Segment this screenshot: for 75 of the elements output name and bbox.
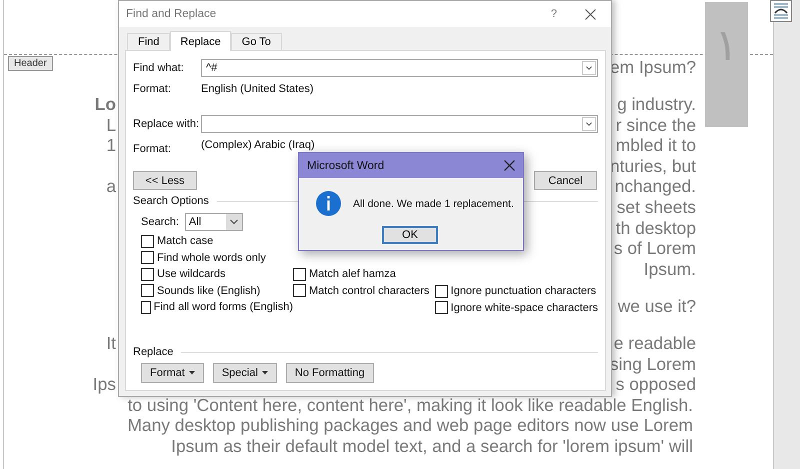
document-text: Many desktop publishing packages and web page editors now use Lorem: [127, 415, 693, 436]
chevron-down-icon[interactable]: [582, 117, 596, 131]
checkbox-label: Find whole words only: [157, 252, 266, 264]
document-text: Ips: [92, 374, 116, 394]
document-text: Ipsum.: [644, 258, 696, 279]
checkbox-label: Match case: [157, 235, 214, 248]
info-icon: [316, 191, 341, 216]
document-text: nturies, but: [610, 156, 696, 176]
message-box-title: Microsoft Word: [307, 160, 384, 172]
format-value: (Complex) Arabic (Iraq): [201, 139, 315, 151]
section-title: Replace: [133, 346, 174, 358]
document-text: s opposed: [616, 374, 696, 394]
checkbox-label: Match alef hamza: [309, 268, 396, 280]
tab[interactable]: Find: [127, 33, 170, 50]
document-text: sing Lorem: [610, 354, 696, 374]
document-text: r since the: [616, 114, 696, 135]
section-title: Search Options: [133, 195, 209, 207]
checkbox-label: Use wildcards: [157, 268, 226, 280]
replace-with-field[interactable]: [201, 115, 598, 133]
message-text: All done. We made 1 replacement.: [353, 198, 514, 210]
checkbox[interactable]: [293, 284, 306, 298]
format-label: Format:: [133, 83, 172, 95]
help-button[interactable]: ?: [546, 8, 561, 20]
cancel-button[interactable]: Cancel: [534, 171, 597, 190]
checkbox[interactable]: [141, 300, 151, 314]
search-dropdown[interactable]: All: [184, 213, 243, 231]
format-label: Format:: [133, 143, 172, 155]
document-text: nchanged.: [614, 176, 696, 196]
document-text: Ipsum as their default model text, and a search for 'lorem ipsum' will: [171, 436, 693, 457]
checkbox[interactable]: [141, 268, 154, 281]
checkbox-label: Sounds like (English): [157, 284, 260, 297]
checkbox[interactable]: [141, 251, 154, 264]
checkbox-label: Match control characters: [309, 284, 430, 297]
document-text: L: [106, 114, 116, 135]
layout-options-icon[interactable]: [770, 0, 792, 22]
document-text: we use it?: [618, 296, 696, 316]
document-text: It: [106, 333, 116, 354]
format-value: English (United States): [201, 83, 314, 95]
close-icon[interactable]: [585, 8, 596, 20]
tab[interactable]: Go To: [230, 33, 282, 50]
caret-icon: [188, 371, 195, 375]
document-text: to using 'Content here, content here', making it look like readable English.: [128, 394, 693, 416]
document-text: a: [106, 176, 116, 196]
checkbox[interactable]: [293, 268, 306, 281]
checkbox-label: Ignore white-space characters: [450, 302, 598, 314]
document-text: 1: [106, 135, 116, 156]
less-button[interactable]: << Less: [133, 171, 197, 190]
checkbox[interactable]: [434, 301, 448, 314]
document-text: set sheets: [616, 197, 696, 218]
document-text: mbled it to: [616, 135, 696, 156]
checkbox-label: Ignore punctuation characters: [450, 285, 596, 298]
caret-icon: [262, 371, 268, 375]
dialog-title: Find and Replace: [126, 8, 216, 20]
chevron-down-icon[interactable]: [582, 61, 596, 75]
close-icon[interactable]: [504, 160, 515, 171]
dropdown-button[interactable]: Special: [212, 363, 277, 383]
checkbox[interactable]: [141, 234, 154, 248]
no-formatting-button[interactable]: No Formatting: [286, 363, 374, 383]
find-what-field[interactable]: ^#: [201, 59, 598, 77]
search-label: Search:: [141, 216, 179, 228]
document-text: s of Lorem: [614, 238, 696, 258]
replace-with-label: Replace with:: [133, 118, 200, 130]
checkbox[interactable]: [434, 284, 448, 298]
document-text: e readable: [614, 333, 696, 354]
document-text: th desktop: [616, 218, 696, 238]
document-text: Lo: [94, 94, 116, 114]
checkbox-label: Find all word forms (English): [154, 301, 293, 314]
find-what-label: Find what:: [133, 62, 185, 74]
checkbox[interactable]: [141, 284, 154, 298]
dropdown-button[interactable]: Format: [141, 363, 204, 383]
header-tag: Header: [8, 56, 53, 71]
document-text: g industry.: [617, 94, 696, 114]
tab[interactable]: Replace: [170, 31, 231, 51]
ok-button[interactable]: OK: [382, 226, 438, 244]
chevron-down-icon[interactable]: [226, 214, 242, 230]
